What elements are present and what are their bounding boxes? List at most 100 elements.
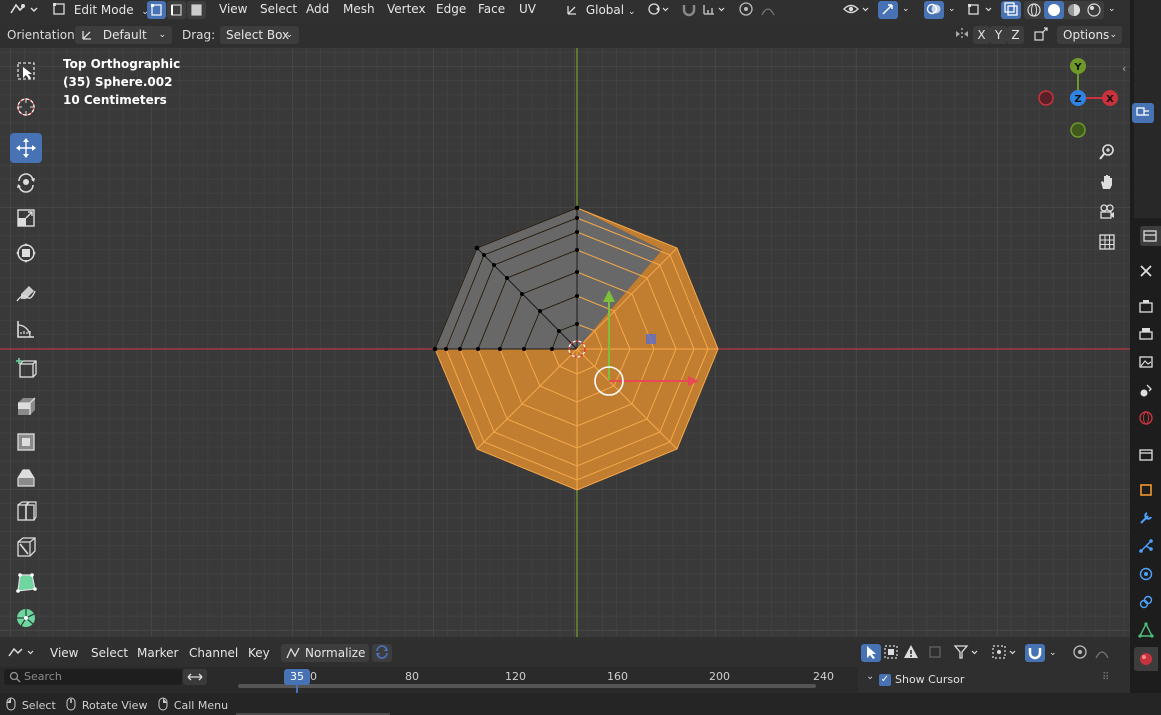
pivot-point-dropdown[interactable] bbox=[644, 1, 672, 19]
gizmo-dropdown-chevron-icon[interactable]: ⌄ bbox=[902, 1, 910, 17]
object-properties-tab[interactable] bbox=[1137, 481, 1155, 499]
axis-z-toggle[interactable]: Z bbox=[1007, 26, 1024, 44]
transform-tool[interactable] bbox=[10, 238, 42, 268]
cursor-tool[interactable] bbox=[10, 92, 42, 122]
poly-build-tool[interactable] bbox=[10, 568, 42, 598]
timeline-editor-type-button[interactable] bbox=[4, 644, 40, 662]
bevel-tool[interactable] bbox=[10, 462, 42, 492]
gizmo-toggle[interactable] bbox=[878, 1, 898, 19]
menu-select[interactable]: Select bbox=[260, 1, 297, 17]
rotate-tool[interactable] bbox=[10, 167, 42, 197]
shading-dropdown-chevron-icon[interactable]: ⌄ bbox=[1108, 1, 1116, 17]
mirror-options-button[interactable] bbox=[952, 26, 972, 44]
timeline-menu-select[interactable]: Select bbox=[91, 645, 128, 661]
timeline-falloff-dropdown[interactable] bbox=[1092, 644, 1118, 662]
neg-x-axis-handle[interactable] bbox=[1038, 90, 1054, 106]
scene-properties-tab[interactable] bbox=[1137, 381, 1155, 399]
add-cube-tool[interactable] bbox=[10, 354, 42, 384]
current-frame-indicator[interactable]: 35 bbox=[284, 669, 310, 685]
axis-y-toggle[interactable]: Y bbox=[990, 26, 1007, 44]
timeline-proportional-toggle[interactable] bbox=[1070, 644, 1090, 662]
snap-dropdown-chevron-icon[interactable]: ⌄ bbox=[1049, 645, 1057, 661]
menu-mesh[interactable]: Mesh bbox=[343, 1, 375, 17]
neg-y-axis-handle[interactable] bbox=[1070, 122, 1086, 138]
measure-tool[interactable] bbox=[10, 314, 42, 344]
mode-dropdown[interactable]: Edit Mode ⌄ bbox=[46, 1, 149, 19]
move-tool[interactable] bbox=[10, 133, 42, 163]
view-layer-properties-tab[interactable] bbox=[1137, 353, 1155, 371]
proportional-edit-toggle[interactable] bbox=[736, 1, 756, 19]
options-dropdown[interactable]: Options ⌄ bbox=[1057, 26, 1122, 44]
material-preview-icon[interactable] bbox=[1064, 1, 1084, 19]
navigation-gizmo[interactable]: Y X Z bbox=[1033, 53, 1123, 143]
normalize-refresh-button[interactable] bbox=[372, 644, 392, 662]
vertex-select-button[interactable] bbox=[147, 1, 166, 19]
modifier-properties-tab[interactable] bbox=[1137, 509, 1155, 527]
world-properties-tab[interactable] bbox=[1137, 409, 1155, 427]
data-properties-tab[interactable] bbox=[1137, 621, 1155, 639]
wireframe-shading-icon[interactable] bbox=[1024, 1, 1044, 19]
extrude-tool[interactable] bbox=[10, 391, 42, 421]
timeline-menu-view[interactable]: View bbox=[50, 645, 78, 661]
properties-editor-toggle[interactable] bbox=[1140, 226, 1161, 246]
timeline-snap-toggle[interactable] bbox=[1025, 644, 1045, 662]
rendered-shading-icon[interactable] bbox=[1084, 1, 1104, 19]
timeline-menu-channel[interactable]: Channel bbox=[189, 645, 238, 661]
3d-viewport[interactable]: Top Orthographic (35) Sphere.002 10 Cent… bbox=[0, 48, 1130, 637]
sidebar-collapse-icon[interactable]: ‹ bbox=[1122, 62, 1126, 75]
mesh-edit-overlays-button[interactable] bbox=[964, 1, 998, 19]
solid-shading-button[interactable] bbox=[1044, 1, 1064, 19]
face-select-button[interactable] bbox=[187, 1, 206, 19]
only-selected-toggle[interactable] bbox=[861, 644, 881, 662]
collection-properties-tab[interactable] bbox=[1137, 445, 1155, 463]
constraint-properties-tab[interactable] bbox=[1137, 593, 1155, 611]
timeline-scrollbar[interactable] bbox=[238, 684, 816, 688]
zoom-button[interactable] bbox=[1094, 139, 1120, 165]
only-errors-toggle[interactable] bbox=[901, 644, 921, 662]
particle-properties-tab[interactable] bbox=[1137, 537, 1155, 555]
annotate-tool[interactable] bbox=[10, 279, 42, 309]
drag-dropdown[interactable]: Select Box ⌄ bbox=[220, 26, 299, 44]
pan-button[interactable] bbox=[1094, 169, 1120, 195]
snap-target-dropdown[interactable] bbox=[700, 1, 730, 19]
show-hidden-toggle[interactable] bbox=[881, 644, 901, 662]
panel-drag-handle-icon[interactable]: ⠿ bbox=[1102, 672, 1109, 683]
camera-view-button[interactable] bbox=[1094, 199, 1120, 225]
menu-vertex[interactable]: Vertex bbox=[387, 1, 426, 17]
auto-merge-button[interactable] bbox=[1031, 26, 1051, 44]
timeline-menu-key[interactable]: Key bbox=[248, 645, 270, 661]
swap-direction-button[interactable] bbox=[183, 669, 207, 685]
channel-search-input[interactable]: Search bbox=[4, 669, 182, 685]
summary-toggle[interactable] bbox=[925, 644, 945, 662]
falloff-dropdown[interactable] bbox=[758, 1, 784, 19]
material-properties-tab[interactable] bbox=[1134, 647, 1158, 671]
inset-faces-tool[interactable] bbox=[10, 427, 42, 457]
menu-add[interactable]: Add bbox=[306, 1, 329, 17]
knife-tool[interactable] bbox=[10, 532, 42, 562]
overlays-toggle[interactable] bbox=[924, 1, 944, 19]
xray-toggle[interactable] bbox=[1001, 1, 1021, 19]
orientation-dropdown[interactable]: Default ⌄ bbox=[75, 26, 172, 44]
panel-collapse-chevron-icon[interactable]: ⌄ bbox=[866, 671, 874, 682]
render-properties-tab[interactable] bbox=[1137, 297, 1155, 315]
spin-tool[interactable] bbox=[10, 603, 42, 633]
normalize-toggle[interactable]: Normalize bbox=[281, 644, 369, 662]
edge-select-button[interactable] bbox=[167, 1, 186, 19]
menu-edge[interactable]: Edge bbox=[436, 1, 466, 17]
show-cursor-checkbox[interactable]: ✓ bbox=[879, 674, 891, 686]
snap-toggle[interactable] bbox=[678, 1, 700, 19]
loop-cut-tool[interactable] bbox=[10, 497, 42, 527]
overlays-dropdown-chevron-icon[interactable]: ⌄ bbox=[948, 1, 956, 17]
select-box-tool[interactable] bbox=[10, 56, 42, 86]
filter-dropdown[interactable] bbox=[951, 644, 985, 662]
axis-x-toggle[interactable]: X bbox=[973, 26, 990, 44]
tool-properties-tab[interactable] bbox=[1137, 262, 1155, 280]
outliner-filter-button[interactable] bbox=[1132, 103, 1154, 123]
menu-uv[interactable]: UV bbox=[519, 1, 536, 17]
editor-type-button[interactable] bbox=[4, 1, 42, 19]
menu-face[interactable]: Face bbox=[478, 1, 505, 17]
pivot-dropdown[interactable] bbox=[989, 644, 1023, 662]
toggle-perspective-button[interactable] bbox=[1094, 229, 1120, 255]
scale-tool[interactable] bbox=[10, 203, 42, 233]
timeline-menu-marker[interactable]: Marker bbox=[137, 645, 178, 661]
